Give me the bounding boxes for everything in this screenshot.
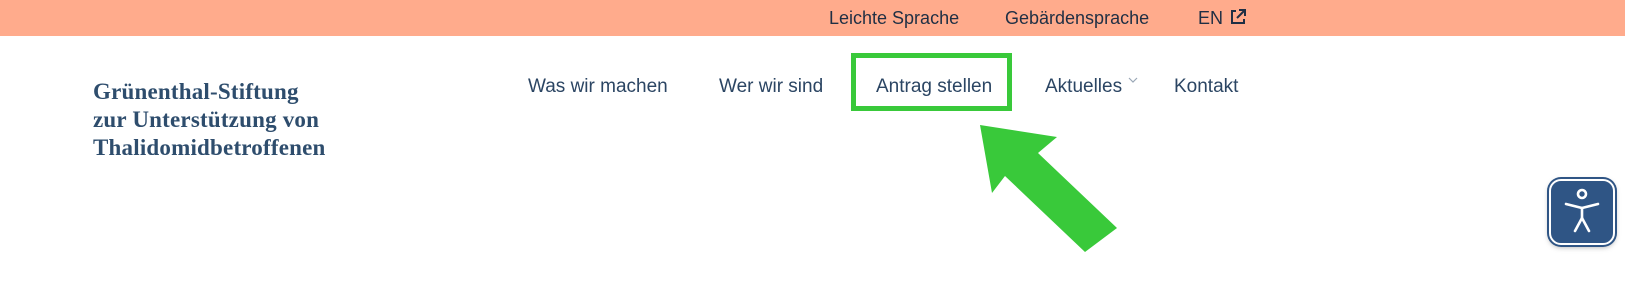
site-logo[interactable]: Grünenthal-Stiftung zur Unterstützung vo… xyxy=(93,78,413,162)
language-en-link[interactable]: EN xyxy=(1198,0,1247,36)
logo-line-3: Thalidomidbetroffenen xyxy=(93,135,326,160)
logo-line-2: zur Unterstützung von xyxy=(93,107,320,132)
external-link-icon xyxy=(1231,9,1247,24)
leichte-sprache-link[interactable]: Leichte Sprache xyxy=(829,0,959,36)
chevron-down-icon[interactable] xyxy=(1128,76,1138,84)
nav-item-kontakt[interactable]: Kontakt xyxy=(1174,74,1238,100)
accessibility-button[interactable] xyxy=(1549,179,1615,245)
gebaerdensprache-link[interactable]: Gebärdensprache xyxy=(1005,0,1149,36)
arrow-pointer-icon xyxy=(980,125,1117,252)
nav-item-aktuelles[interactable]: Aktuelles xyxy=(1045,74,1122,100)
language-label: EN xyxy=(1198,8,1224,28)
accessibility-person-icon xyxy=(1564,188,1600,233)
nav-item-was-wir-machen[interactable]: Was wir machen xyxy=(528,74,668,100)
highlight-annotation-box xyxy=(851,53,1012,111)
logo-line-1: Grünenthal-Stiftung xyxy=(93,79,299,104)
top-utility-bar: Leichte Sprache Gebärdensprache EN xyxy=(0,0,1625,36)
nav-item-wer-wir-sind[interactable]: Wer wir sind xyxy=(719,74,823,100)
